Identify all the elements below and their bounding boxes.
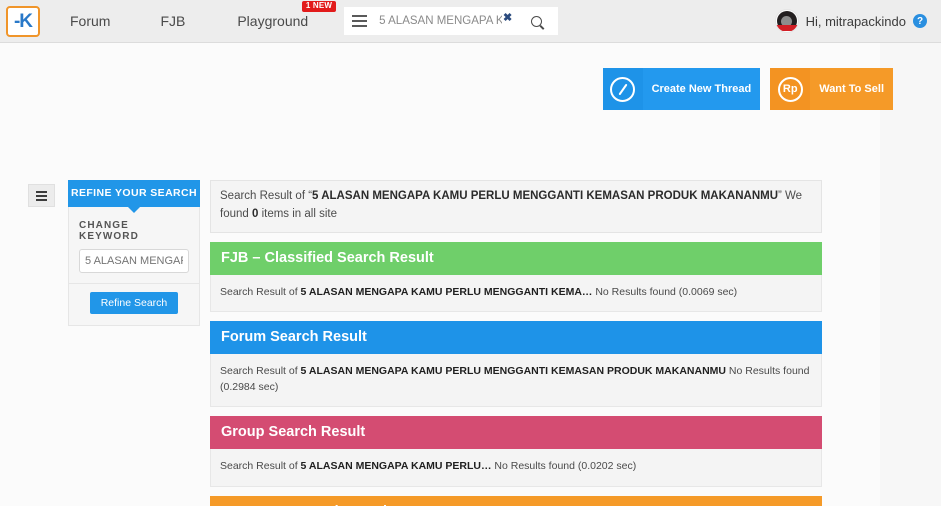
search-bar: ✖ — [344, 7, 559, 35]
sidebar-toggle-icon-line — [36, 198, 47, 201]
section-fjb-body-prefix: Search Result of — [220, 285, 301, 298]
help-icon[interactable]: ? — [913, 14, 927, 28]
section-group: Group Search Result Search Result of 5 A… — [210, 416, 822, 487]
rupiah-icon-text: Rp — [777, 76, 803, 102]
nav-item-playground[interactable]: Playground 1 NEW — [223, 0, 337, 43]
refine-search-panel: REFINE YOUR SEARCH CHANGE KEYWORD Refine… — [68, 180, 200, 326]
sidebar-toggle-icon-line — [36, 190, 47, 193]
search-results-column: Search Result of “5 ALASAN MENGAPA KAMU … — [210, 180, 822, 506]
change-keyword-label: CHANGE KEYWORD — [79, 220, 139, 242]
search-icon — [530, 15, 542, 27]
section-forum-body-prefix: Search Result of — [220, 364, 301, 377]
search-results-layout: REFINE YOUR SEARCH CHANGE KEYWORD Refine… — [28, 180, 822, 506]
page-body: Create New Thread Rp Want To Sell REFINE… — [0, 43, 941, 506]
pencil-icon — [602, 68, 643, 110]
want-to-sell-label: Want To Sell — [810, 68, 893, 110]
section-fjb-title: FJB – Classified Search Result — [210, 241, 822, 275]
nav-item-fjb-label: FJB — [160, 12, 186, 29]
section-group-title: Group Search Result — [210, 416, 822, 450]
nav-item-forum-label: Forum — [70, 12, 111, 29]
want-to-sell-button[interactable]: Rp Want To Sell — [770, 68, 893, 110]
hamburger-icon-line — [351, 25, 367, 27]
section-forum-title: Forum Search Result — [210, 320, 822, 354]
primary-nav-links: Forum FJB Playground 1 NEW — [40, 0, 337, 43]
page-action-buttons: Create New Thread Rp Want To Sell — [602, 68, 893, 110]
clear-search-icon[interactable]: ✖ — [503, 13, 512, 24]
new-badge: 1 NEW — [301, 0, 337, 12]
search-summary-suffix: items in all site — [258, 207, 337, 220]
section-forum-body-query: 5 ALASAN MENGAPA KAMU PERLU MENGGANTI KE… — [300, 364, 726, 377]
section-fjb-body: Search Result of 5 ALASAN MENGAPA KAMU P… — [210, 274, 822, 312]
search-summary: Search Result of “5 ALASAN MENGAPA KAMU … — [210, 180, 822, 233]
user-area: Hi, mitrapackindo ? — [774, 9, 927, 33]
section-group-body: Search Result of 5 ALASAN MENGAPA KAMU P… — [210, 449, 822, 487]
section-forum-body: Search Result of 5 ALASAN MENGAPA KAMU P… — [210, 353, 822, 408]
user-greeting: Hi, mitrapackindo — [805, 13, 906, 29]
refine-search-button[interactable]: Refine Search — [89, 292, 179, 314]
create-new-thread-label: Create New Thread — [642, 68, 761, 110]
search-summary-prefix: Search Result of “ — [220, 190, 313, 202]
sidebar-toggle-icon-line — [36, 194, 47, 197]
search-submit-button[interactable] — [514, 7, 559, 35]
hamburger-icon-line — [351, 20, 367, 22]
section-group-body-prefix: Search Result of — [220, 460, 301, 473]
nav-item-playground-label: Playground — [237, 12, 309, 29]
create-new-thread-button[interactable]: Create New Thread — [602, 68, 761, 110]
section-group-body-query: 5 ALASAN MENGAPA KAMU PERLU… — [300, 460, 492, 473]
section-fjb-body-status: No Results found (0.0069 sec) — [592, 285, 738, 298]
search-category-menu-button[interactable] — [344, 7, 375, 35]
search-input[interactable] — [374, 8, 503, 34]
nav-item-forum[interactable]: Forum — [56, 0, 124, 43]
sidebar-toggle-button[interactable] — [28, 184, 55, 207]
section-username-title: Username Search Result — [210, 495, 822, 506]
refine-search-heading: REFINE YOUR SEARCH — [68, 180, 200, 213]
refine-search-body: CHANGE KEYWORD — [68, 207, 200, 284]
nav-item-fjb[interactable]: FJB — [146, 0, 199, 43]
user-avatar[interactable] — [774, 9, 799, 33]
change-keyword-input[interactable] — [79, 249, 189, 273]
search-summary-query: 5 ALASAN MENGAPA KAMU PERLU MENGGANTI KE… — [312, 190, 779, 202]
kaskus-logo[interactable]: -K — [6, 5, 40, 37]
avatar-accent — [775, 25, 798, 31]
hamburger-icon-line — [351, 15, 367, 17]
section-fjb-body-query: 5 ALASAN MENGAPA KAMU PERLU MENGGANTI KE… — [300, 285, 593, 298]
section-group-body-status: No Results found (0.0202 sec) — [491, 460, 637, 473]
refine-search-footer: Refine Search — [68, 284, 200, 326]
section-forum: Forum Search Result Search Result of 5 A… — [210, 320, 822, 408]
kaskus-logo-glyph: -K — [13, 10, 33, 32]
section-username: Username Search Result Search Result of … — [210, 495, 822, 506]
search-field-wrapper: ✖ — [374, 7, 515, 35]
rupiah-icon: Rp — [770, 68, 811, 110]
top-navigation-bar: -K Forum FJB Playground 1 NEW ✖ — [0, 0, 941, 43]
section-fjb-classified: FJB – Classified Search Result Search Re… — [210, 241, 822, 312]
